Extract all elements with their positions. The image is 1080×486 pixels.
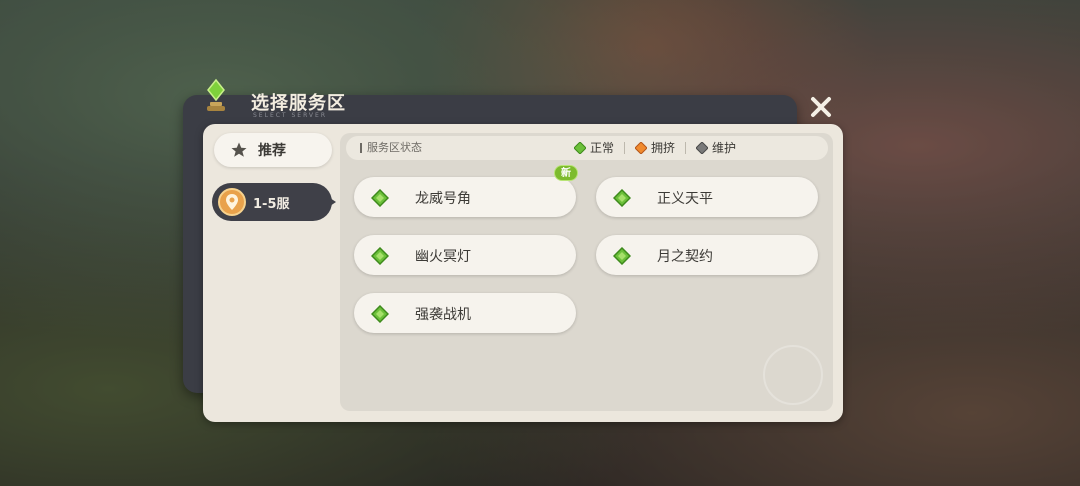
legend-divider <box>685 141 687 154</box>
tab-server-range-label: 1-5服 <box>253 196 290 212</box>
server-name: 正义天平 <box>657 191 713 207</box>
status-normal-icon <box>371 305 389 323</box>
status-normal-icon <box>371 247 389 265</box>
tab-server-range[interactable]: 1-5服 <box>212 183 336 221</box>
server-button-youhuo[interactable]: 幽火冥灯 <box>354 235 576 275</box>
server-button-yuezhi[interactable]: 月之契约 <box>596 235 818 275</box>
legend-normal: 正常 <box>574 139 626 156</box>
server-button-qiangxi[interactable]: 强袭战机 <box>354 293 576 333</box>
legend-normal-label: 正常 <box>590 141 615 155</box>
tab-recommend[interactable]: 推荐 <box>214 133 332 167</box>
status-normal-icon <box>613 189 631 207</box>
status-bar: 服务区状态 正常 拥挤 维护 <box>346 136 828 160</box>
legend-busy-label: 拥挤 <box>651 141 676 155</box>
status-normal-icon <box>613 247 631 265</box>
server-button-zhengyi[interactable]: 正义天平 <box>596 177 818 217</box>
close-icon <box>811 97 831 117</box>
green-gem-icon <box>574 141 586 154</box>
server-button-longwei[interactable]: 龙威号角 新 <box>354 165 578 217</box>
server-name: 龙威号角 <box>415 191 471 207</box>
legend-maintenance-label: 维护 <box>712 141 737 155</box>
legend-maintenance: 维护 <box>696 139 736 156</box>
server-name: 月之契约 <box>657 249 713 265</box>
server-list-area: 服务区状态 正常 拥挤 维护 龙威号角 新 正义天平 幽火冥灯 月之契约 强袭战… <box>340 133 833 411</box>
dialog-subtitle: SELECT SERVER <box>253 112 327 119</box>
status-legend: 正常 拥挤 维护 <box>574 139 746 156</box>
star-icon <box>231 142 247 157</box>
new-badge: 新 <box>554 165 578 181</box>
sidebar: 推荐 1-5服 <box>203 124 340 422</box>
legend-busy: 拥挤 <box>635 139 687 156</box>
server-name: 幽火冥灯 <box>415 249 471 265</box>
server-name: 强袭战机 <box>415 307 471 323</box>
location-pin-icon <box>218 188 246 216</box>
tab-recommend-label: 推荐 <box>258 143 286 159</box>
server-select-panel: 推荐 1-5服 服务区状态 正常 拥挤 维护 龙威号角 新 正义天平 幽火冥灯 … <box>203 124 843 422</box>
status-normal-icon <box>371 189 389 207</box>
title-crystal-icon <box>207 78 225 111</box>
orange-gem-icon <box>635 141 648 154</box>
decorative-emblem <box>763 345 823 405</box>
close-button[interactable] <box>806 92 836 122</box>
status-bar-title: 服务区状态 <box>360 142 422 153</box>
legend-divider <box>624 141 626 154</box>
gray-gem-icon <box>696 141 709 154</box>
selected-indicator <box>330 198 336 206</box>
